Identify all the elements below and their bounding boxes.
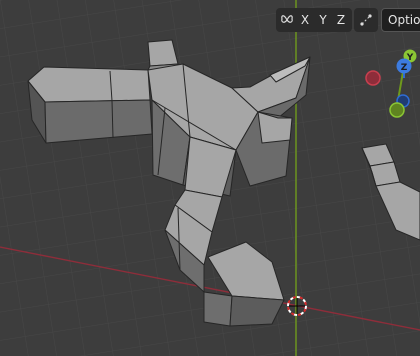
3d-viewport[interactable]: Y Z X Y Z Options: [0, 0, 420, 356]
mirror-symmetry-group: X Y Z: [276, 8, 352, 32]
gizmo-neg-y-handle[interactable]: [389, 102, 405, 118]
snap-icon[interactable]: [359, 9, 373, 31]
butterfly-mirror-icon[interactable]: [278, 9, 296, 31]
3d-cursor[interactable]: [287, 296, 307, 316]
viewport-scene[interactable]: Y Z: [0, 0, 420, 356]
mirror-z-toggle[interactable]: Z: [332, 9, 350, 31]
gizmo-neg-x-handle[interactable]: [365, 70, 381, 86]
snap-toggle-group: [354, 8, 378, 32]
mirror-y-toggle[interactable]: Y: [314, 9, 332, 31]
options-label: Options: [388, 13, 420, 27]
options-dropdown[interactable]: Options: [381, 8, 420, 32]
gizmo-z-label: Z: [401, 63, 408, 73]
mirror-x-toggle[interactable]: X: [296, 9, 314, 31]
